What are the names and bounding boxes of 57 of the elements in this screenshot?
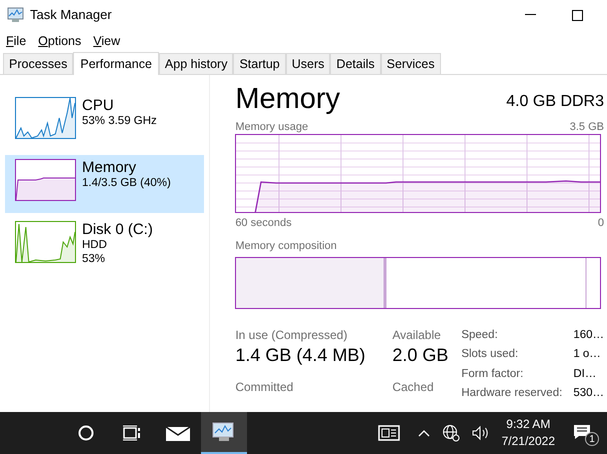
news-icon[interactable] (378, 425, 400, 441)
stat-label: Cached (392, 378, 435, 394)
axis-label: 0 (598, 216, 604, 230)
item-name: Disk 0 (C:) (82, 221, 153, 238)
sidebar-item[interactable]: Disk 0 (C:) HDD 53% (5, 217, 204, 275)
property-value: DI… (573, 366, 598, 382)
item-name: Memory (82, 159, 138, 176)
stat-value: 1.4 GB (4.4 MB) (235, 344, 366, 367)
message-icon (573, 424, 591, 440)
property-value: 160… (573, 328, 604, 343)
menu-item[interactable]: Options (38, 32, 82, 50)
property-label: Slots used: (461, 347, 520, 362)
item-detail: 1.4/3.5 GB (40%) (82, 176, 171, 190)
tab[interactable]: Users (286, 53, 330, 74)
property-label: Speed: (461, 328, 499, 343)
sidebar-item[interactable]: Memory 1.4/3.5 GB (40%) (5, 155, 204, 213)
menu-item[interactable]: File (6, 32, 26, 50)
window-title: Task Manager (30, 6, 112, 24)
minimize-icon[interactable] (525, 14, 536, 16)
property-label: Hardware reserved: (461, 386, 564, 401)
axis-label: 60 seconds (235, 216, 292, 230)
clock-time[interactable]: 9:32 AM (506, 416, 550, 433)
circle-icon[interactable] (78, 425, 94, 441)
globe-icon[interactable] (442, 424, 460, 442)
item-name: CPU (82, 97, 115, 114)
tab[interactable]: Performance (73, 52, 159, 75)
speaker-icon[interactable] (472, 425, 490, 441)
tab[interactable]: Details (330, 53, 381, 74)
item-detail: HDD (82, 238, 108, 252)
chevron-up-icon[interactable] (418, 429, 430, 437)
property-value: 530… (573, 386, 604, 401)
tab[interactable]: App history (158, 53, 234, 74)
item-detail: 53% 3.59 GHz (82, 114, 157, 128)
tab[interactable]: Services (380, 53, 441, 74)
clock-date[interactable]: 7/21/2022 (502, 433, 555, 450)
stat-label: Committed (235, 378, 294, 394)
memory-heading: Memory (235, 82, 340, 117)
tab[interactable]: Startup (233, 53, 286, 74)
chart-label: Memory usage (235, 120, 308, 134)
notification-count: 1 (585, 432, 599, 446)
axis-max-label: 3.5 GB (570, 120, 604, 134)
maximize-icon[interactable] (572, 10, 583, 20)
sidebar-item[interactable]: CPU 53% 3.59 GHz (5, 93, 204, 151)
tab[interactable]: Processes (3, 53, 74, 74)
monitor-icon[interactable] (212, 422, 236, 442)
item-detail: 53% (82, 252, 106, 266)
stat-value: 2.0 GB (392, 344, 450, 367)
menu-item[interactable]: View (93, 32, 120, 50)
stat-label: Available (392, 327, 442, 343)
stat-label: In use (Compressed) (235, 327, 348, 343)
memory-type: 4.0 GB DDR3 (506, 92, 604, 112)
property-value: 1 o… (573, 347, 602, 362)
envelope-icon[interactable] (166, 425, 190, 441)
property-label: Form factor: (461, 366, 524, 382)
task-view-icon[interactable] (123, 425, 141, 441)
app-icon (6, 7, 24, 23)
chart-label: Memory composition (235, 240, 337, 252)
